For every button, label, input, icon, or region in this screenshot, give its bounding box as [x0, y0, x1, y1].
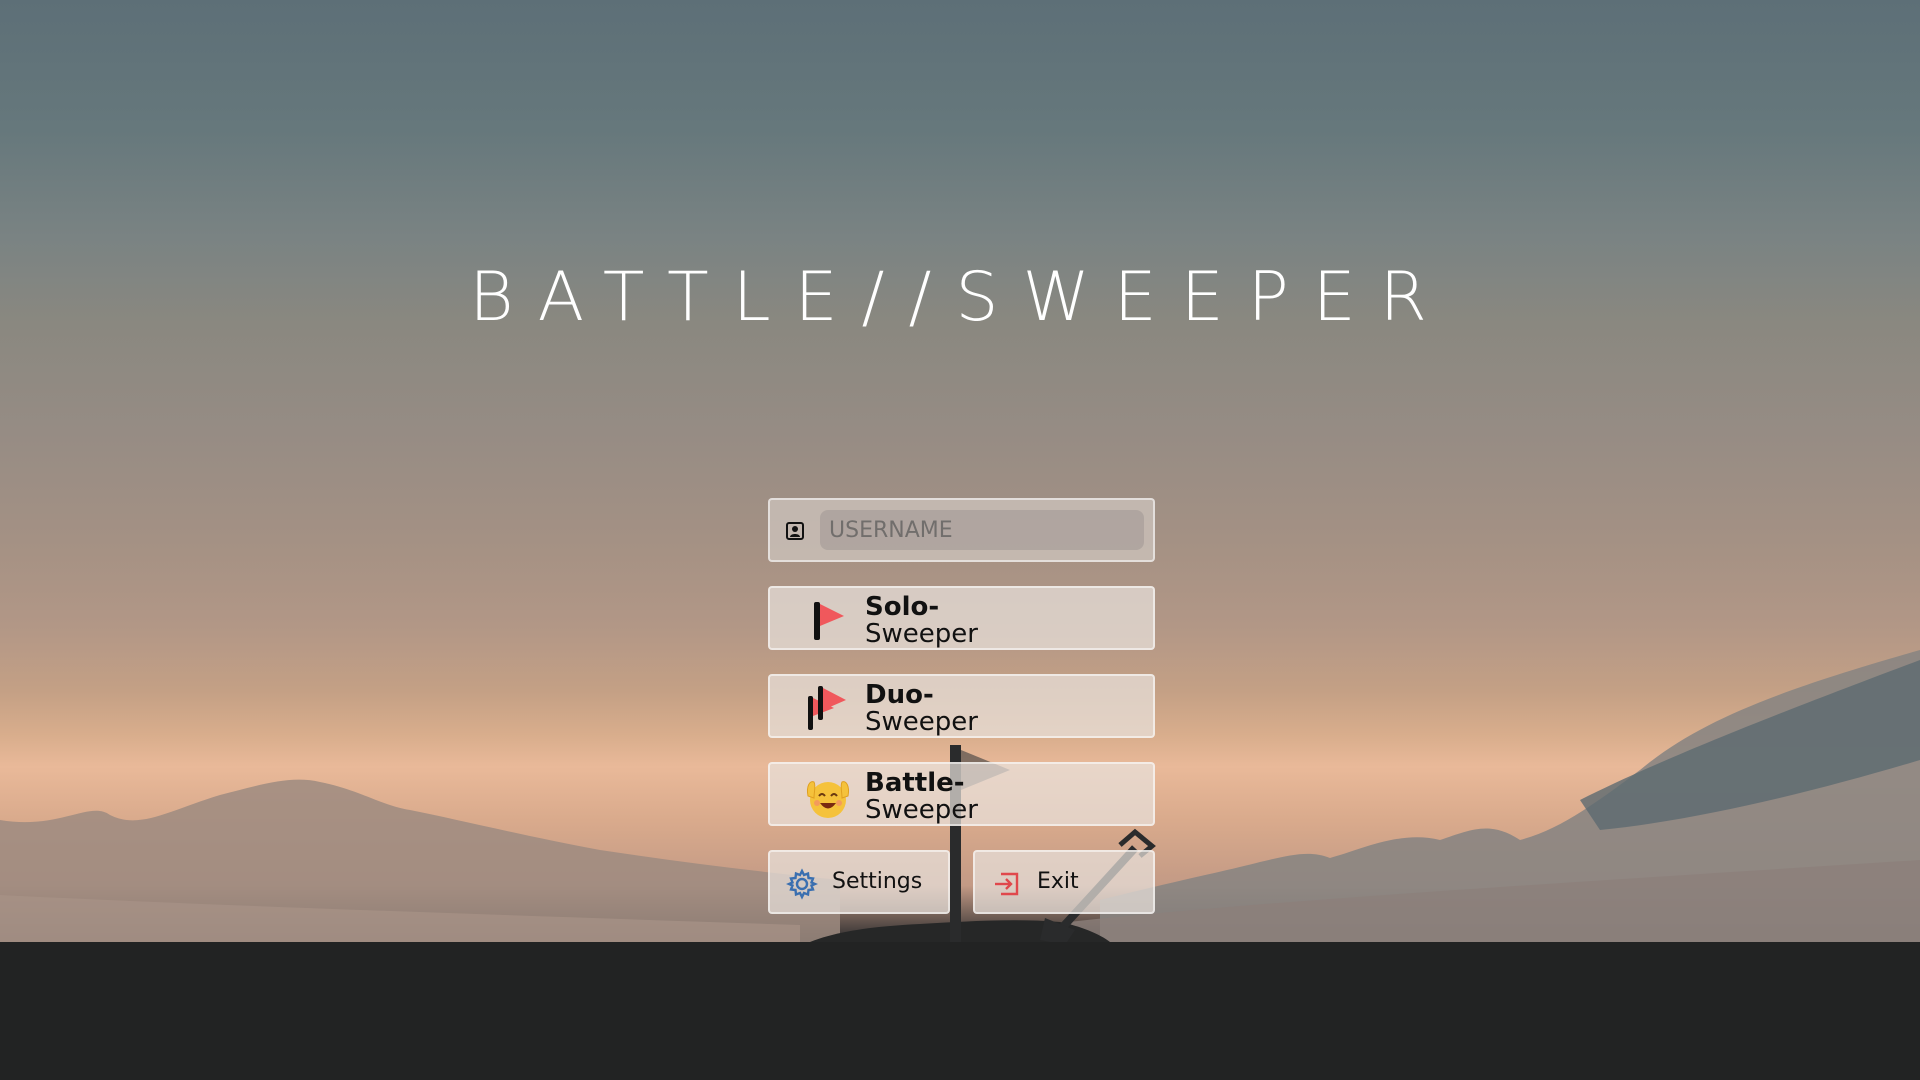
- mode-subtitle: Sweeper: [865, 619, 978, 649]
- ground: [0, 942, 1920, 1080]
- mode-title: Battle-: [865, 768, 965, 798]
- username-input[interactable]: [820, 510, 1144, 550]
- settings-label: Settings: [832, 869, 923, 894]
- gear-icon: [786, 868, 818, 900]
- contact-card-icon: [786, 522, 804, 540]
- username-field: [768, 498, 1155, 562]
- double-flag-icon: [808, 686, 846, 730]
- duo-sweeper-button[interactable]: Duo- Sweeper: [768, 674, 1155, 738]
- celebrating-face-icon: [807, 781, 849, 818]
- game-title: BATTLE//SWEEPER: [469, 258, 1451, 337]
- exit-icon: [995, 872, 1019, 896]
- mode-title: Duo-: [865, 680, 934, 710]
- battle-sweeper-button[interactable]: Battle- Sweeper: [768, 762, 1155, 826]
- mode-title: Solo-: [865, 592, 940, 622]
- flag-icon: [814, 602, 844, 640]
- exit-button[interactable]: Exit: [973, 850, 1155, 914]
- mode-subtitle: Sweeper: [865, 795, 978, 825]
- exit-label: Exit: [1037, 869, 1079, 894]
- solo-sweeper-button[interactable]: Solo- Sweeper: [768, 586, 1155, 650]
- settings-button[interactable]: Settings: [768, 850, 950, 914]
- mode-subtitle: Sweeper: [865, 707, 978, 737]
